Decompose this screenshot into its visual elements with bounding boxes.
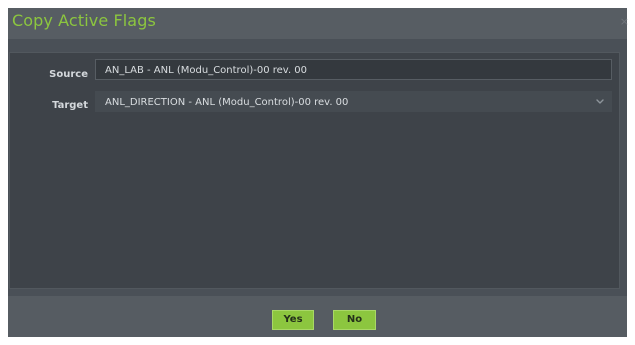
target-label: Target (52, 100, 88, 111)
no-button[interactable]: No (333, 310, 376, 330)
source-field[interactable]: AN_LAB - ANL (Modu_Control)-00 rev. 00 (95, 59, 612, 80)
form-panel (9, 52, 620, 289)
chevron-down-icon[interactable] (596, 99, 604, 105)
copy-active-flags-dialog: Copy Active Flags × Source AN_LAB - ANL … (8, 8, 629, 337)
close-icon[interactable]: × (620, 16, 629, 27)
target-select[interactable]: ANL_DIRECTION - ANL (Modu_Control)-00 re… (95, 91, 612, 112)
dialog-title: Copy Active Flags (12, 11, 156, 30)
source-label: Source (49, 69, 88, 80)
target-select-value: ANL_DIRECTION - ANL (Modu_Control)-00 re… (105, 97, 349, 108)
dialog-title-bar: Copy Active Flags × (8, 8, 629, 39)
dialog-footer: Yes No (8, 296, 627, 337)
yes-button[interactable]: Yes (272, 310, 314, 330)
